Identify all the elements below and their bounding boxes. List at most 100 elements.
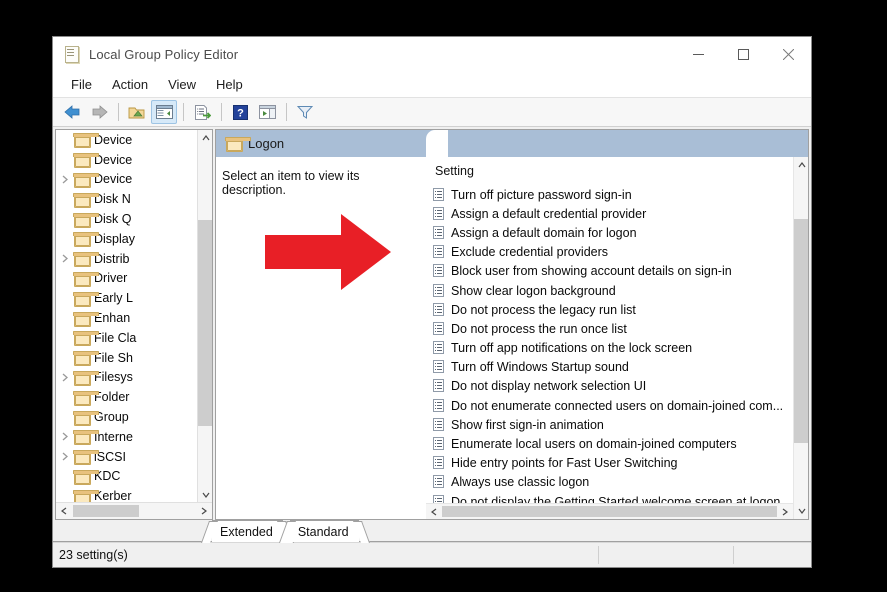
console-tree-pane: DeviceDeviceDeviceDisk NDisk QDisplayDis… xyxy=(55,129,213,520)
tree-item-label: Folder xyxy=(94,390,129,404)
tree-hscrollbar-thumb[interactable] xyxy=(73,505,139,517)
policy-setting-icon xyxy=(433,207,445,221)
setting-row[interactable]: Do not enumerate connected users on doma… xyxy=(429,396,808,415)
chevron-right-icon[interactable] xyxy=(56,175,74,184)
folder-icon xyxy=(74,371,89,384)
list-scroll-down-icon[interactable] xyxy=(794,503,809,519)
settings-column-header[interactable]: Setting xyxy=(426,157,808,185)
settings-list[interactable]: Turn off picture password sign-in Assign … xyxy=(426,185,808,503)
tree-item-folder[interactable]: Folder xyxy=(56,387,212,407)
folder-icon xyxy=(74,173,89,186)
list-hscrollbar-thumb[interactable] xyxy=(442,506,777,517)
list-scroll-left-icon[interactable] xyxy=(426,504,442,520)
description-panel: Select an item to view its description. xyxy=(216,157,426,519)
filter-icon[interactable] xyxy=(292,100,318,124)
setting-row[interactable]: Turn off picture password sign-in xyxy=(429,185,808,204)
tree-item-kdc[interactable]: KDC xyxy=(56,467,212,487)
menu-item-view[interactable]: View xyxy=(158,75,206,94)
tree-item-device[interactable]: Device xyxy=(56,150,212,170)
setting-row[interactable]: Exclude credential providers xyxy=(429,243,808,262)
minimize-icon[interactable] xyxy=(676,37,721,71)
tree-item-distrib[interactable]: Distrib xyxy=(56,249,212,269)
list-scroll-right-icon[interactable] xyxy=(777,504,793,520)
tab-extended[interactable]: Extended xyxy=(212,520,283,542)
setting-row[interactable]: Show clear logon background xyxy=(429,281,808,300)
tree-item-file-cla[interactable]: File Cla xyxy=(56,328,212,348)
setting-row[interactable]: Do not display network selection UI xyxy=(429,377,808,396)
tree-item-label: Filesys xyxy=(94,370,133,384)
tree-horizontal-scrollbar[interactable] xyxy=(56,502,212,519)
setting-row[interactable]: Do not process the legacy run list xyxy=(429,300,808,319)
tree-item-driver[interactable]: Driver xyxy=(56,269,212,289)
policy-setting-icon xyxy=(433,418,445,432)
close-icon[interactable] xyxy=(766,37,811,71)
list-horizontal-scrollbar[interactable] xyxy=(426,503,793,519)
tree-item-interne[interactable]: Interne xyxy=(56,427,212,447)
menu-item-action[interactable]: Action xyxy=(102,75,158,94)
forward-arrow-icon[interactable] xyxy=(86,100,112,124)
tree-item-filesys[interactable]: Filesys xyxy=(56,368,212,388)
setting-row[interactable]: Assign a default credential provider xyxy=(429,204,808,223)
console-tree[interactable]: DeviceDeviceDeviceDisk NDisk QDisplayDis… xyxy=(56,130,212,502)
setting-label: Turn off picture password sign-in xyxy=(451,188,632,202)
chevron-right-icon[interactable] xyxy=(56,452,74,461)
setting-row[interactable]: Do not display the Getting Started welco… xyxy=(429,492,808,503)
setting-row[interactable]: Show first sign-in animation xyxy=(429,415,808,434)
setting-label: Hide entry points for Fast User Switchin… xyxy=(451,456,677,470)
folder-icon xyxy=(74,133,89,146)
tree-scroll-down-icon[interactable] xyxy=(198,487,213,503)
setting-label: Show first sign-in animation xyxy=(451,418,604,432)
tree-item-kerber[interactable]: Kerber xyxy=(56,486,212,502)
menu-item-file[interactable]: File xyxy=(61,75,102,94)
policy-setting-icon xyxy=(433,456,445,470)
policy-setting-icon xyxy=(433,495,445,503)
setting-row[interactable]: Turn off app notifications on the lock s… xyxy=(429,339,808,358)
export-list-icon[interactable] xyxy=(189,100,215,124)
status-text: 23 setting(s) xyxy=(53,548,128,562)
folder-icon xyxy=(74,351,89,364)
tree-item-label: Device xyxy=(94,172,132,186)
tree-scrollbar-thumb[interactable] xyxy=(198,220,212,426)
tree-vertical-scrollbar[interactable] xyxy=(197,130,212,503)
setting-row[interactable]: Turn off Windows Startup sound xyxy=(429,358,808,377)
show-hide-console-tree-icon[interactable] xyxy=(151,100,177,124)
tree-item-early-l[interactable]: Early L xyxy=(56,288,212,308)
setting-row[interactable]: Block user from showing account details … xyxy=(429,262,808,281)
setting-row[interactable]: Hide entry points for Fast User Switchin… xyxy=(429,454,808,473)
chevron-right-icon[interactable] xyxy=(56,373,74,382)
setting-label: Turn off app notifications on the lock s… xyxy=(451,341,692,355)
folder-icon xyxy=(74,213,89,226)
setting-row[interactable]: Do not process the run once list xyxy=(429,319,808,338)
back-arrow-icon[interactable] xyxy=(59,100,85,124)
chevron-right-icon[interactable] xyxy=(56,432,74,441)
toolbar: ? xyxy=(53,97,811,127)
tree-item-enhan[interactable]: Enhan xyxy=(56,308,212,328)
tree-item-disk-q[interactable]: Disk Q xyxy=(56,209,212,229)
maximize-icon[interactable] xyxy=(721,37,766,71)
up-folder-icon[interactable] xyxy=(124,100,150,124)
tree-item-group[interactable]: Group xyxy=(56,407,212,427)
setting-row[interactable]: Enumerate local users on domain-joined c… xyxy=(429,434,808,453)
tree-item-iscsi[interactable]: iSCSI xyxy=(56,447,212,467)
folder-icon xyxy=(226,137,241,150)
tree-item-file-sh[interactable]: File Sh xyxy=(56,348,212,368)
chevron-right-icon[interactable] xyxy=(56,254,74,263)
tree-scroll-left-icon[interactable] xyxy=(56,503,72,519)
setting-label: Do not enumerate connected users on doma… xyxy=(451,399,783,413)
tree-item-disk-n[interactable]: Disk N xyxy=(56,189,212,209)
show-hide-action-pane-icon[interactable] xyxy=(254,100,280,124)
list-vertical-scrollbar[interactable] xyxy=(793,157,808,519)
tab-standard[interactable]: Standard xyxy=(290,520,359,542)
setting-row[interactable]: Assign a default domain for logon xyxy=(429,223,808,242)
list-scroll-up-icon[interactable] xyxy=(794,157,809,173)
menu-item-help[interactable]: Help xyxy=(206,75,253,94)
setting-row[interactable]: Always use classic logon xyxy=(429,473,808,492)
tree-scroll-right-icon[interactable] xyxy=(196,503,212,519)
list-scrollbar-thumb[interactable] xyxy=(794,219,808,443)
tree-item-display[interactable]: Display xyxy=(56,229,212,249)
status-divider xyxy=(733,546,734,564)
tree-scroll-up-icon[interactable] xyxy=(198,130,213,146)
help-icon[interactable]: ? xyxy=(227,100,253,124)
tree-item-device[interactable]: Device xyxy=(56,170,212,190)
tree-item-device[interactable]: Device xyxy=(56,130,212,150)
